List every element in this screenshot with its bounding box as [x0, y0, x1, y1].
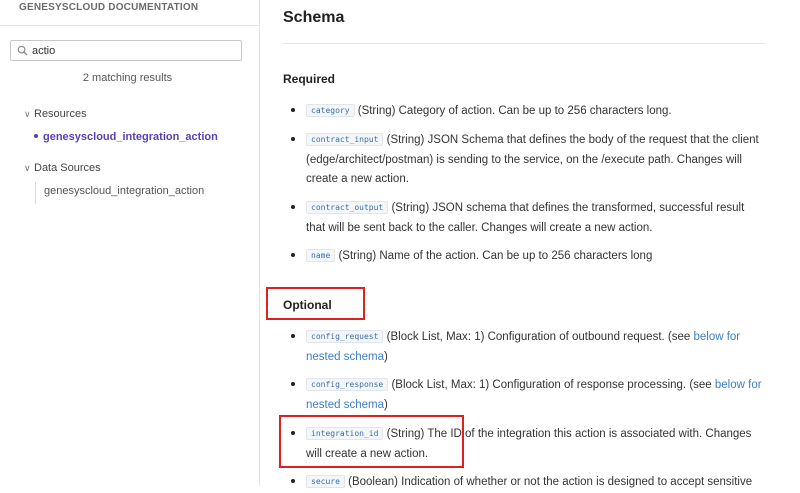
- bullet-icon: [291, 108, 295, 112]
- bullet-icon: [291, 205, 295, 209]
- field-code: contract_output: [306, 201, 389, 214]
- match-count: 2 matching results: [82, 72, 173, 84]
- field-desc: (Boolean) Indication of whether or not t…: [348, 476, 753, 488]
- group-resources[interactable]: ∨ Resources: [24, 108, 87, 120]
- main-content: Schema Required category (String) Catego…: [260, 0, 800, 488]
- highlight-box-optional: [266, 287, 365, 320]
- divider: [0, 25, 259, 26]
- bullet-icon: [291, 137, 295, 141]
- required-heading: Required: [283, 72, 336, 86]
- active-dot-icon: [34, 134, 38, 138]
- sidebar-item-resource-integration-action[interactable]: genesyscloud_integration_action: [34, 131, 218, 143]
- search-input[interactable]: [32, 42, 232, 59]
- page-title: Schema: [283, 9, 345, 26]
- field-code: secure: [306, 475, 345, 488]
- bullet-icon: [291, 382, 295, 386]
- field-desc: (String) Name of the action. Can be up t…: [338, 250, 653, 262]
- divider: [283, 43, 765, 44]
- field-code: config_response: [306, 378, 389, 391]
- field-desc-tail: ): [384, 398, 388, 411]
- field-desc: (Block List, Max: 1) Configuration of re…: [391, 379, 715, 391]
- sidebar-item-label: genesyscloud_integration_action: [43, 131, 218, 143]
- field-code: category: [306, 104, 355, 117]
- chevron-down-icon: ∨: [24, 109, 31, 119]
- field-code: config_request: [306, 330, 384, 343]
- field-code: contract_input: [306, 133, 384, 146]
- field-desc-tail: ): [384, 350, 388, 363]
- search-box[interactable]: [10, 40, 242, 61]
- field-desc: (String) Category of action. Can be up t…: [357, 105, 672, 117]
- highlight-box-integration-id: [279, 415, 464, 468]
- search-icon: [17, 45, 28, 56]
- sidebar: GENESYSCLOUD DOCUMENTATION 2 matching re…: [0, 0, 260, 486]
- tree-line: [35, 182, 36, 204]
- bullet-icon: [291, 334, 295, 338]
- bullet-icon: [291, 479, 295, 483]
- group-data-sources[interactable]: ∨ Data Sources: [24, 162, 101, 174]
- group-label: Resources: [34, 108, 87, 120]
- field-code: name: [306, 249, 336, 262]
- field-desc: (Block List, Max: 1) Configuration of ou…: [386, 331, 694, 343]
- docs-brand[interactable]: GENESYSCLOUD DOCUMENTATION: [19, 2, 198, 13]
- group-label: Data Sources: [34, 162, 101, 174]
- bullet-icon: [291, 253, 295, 257]
- sidebar-item-datasource-integration-action[interactable]: genesyscloud_integration_action: [44, 185, 204, 197]
- chevron-down-icon: ∨: [24, 163, 31, 173]
